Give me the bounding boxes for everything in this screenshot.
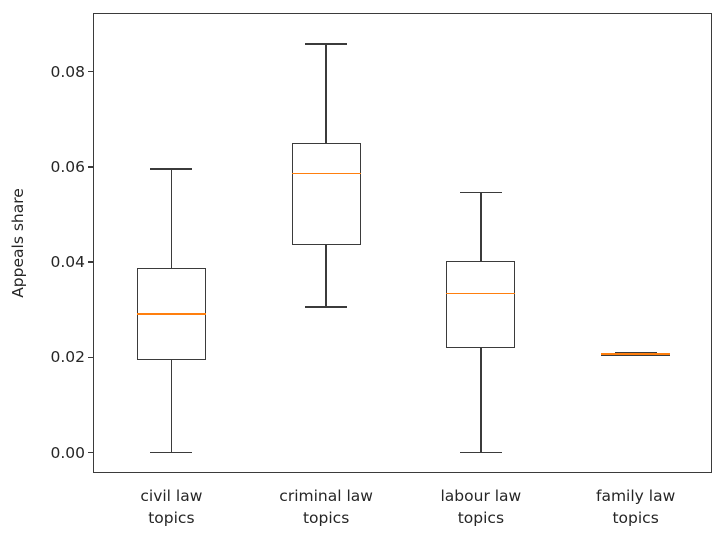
x-tick-label-line1: labour law	[440, 487, 522, 505]
x-tick-label-line1: family law	[596, 487, 676, 505]
median-line	[601, 353, 671, 355]
y-tick-label: 0.02	[50, 348, 85, 367]
boxplot-family-law-topics	[94, 14, 713, 474]
y-tick-label: 0.08	[50, 62, 85, 81]
y-tick-label: 0.06	[50, 157, 85, 176]
y-axis-label: Appeals share	[9, 188, 27, 298]
x-tick-label: civil law topics	[81, 485, 261, 529]
figure: Appeals share 0.00 0.02 0.04 0.06 0.08 civil…	[0, 0, 728, 544]
x-tick-label-line2: topics	[612, 509, 659, 527]
x-tick-label: criminal law topics	[236, 485, 416, 529]
x-tick-label: family law topics	[546, 485, 726, 529]
x-tick-label-line2: topics	[148, 509, 195, 527]
x-tick-label-line2: topics	[457, 509, 505, 527]
x-tick-label-line2: topics	[302, 509, 350, 527]
x-tick-label-line1: civil law	[140, 487, 203, 505]
y-tick-label: 0.00	[50, 443, 85, 462]
x-tick-label: labour law topics	[391, 485, 571, 529]
y-tick-label: 0.04	[50, 253, 85, 272]
plot-axes: Appeals share 0.00 0.02 0.04 0.06 0.08 civil…	[9, 13, 713, 527]
x-tick-label-line1: criminal law	[279, 487, 373, 505]
